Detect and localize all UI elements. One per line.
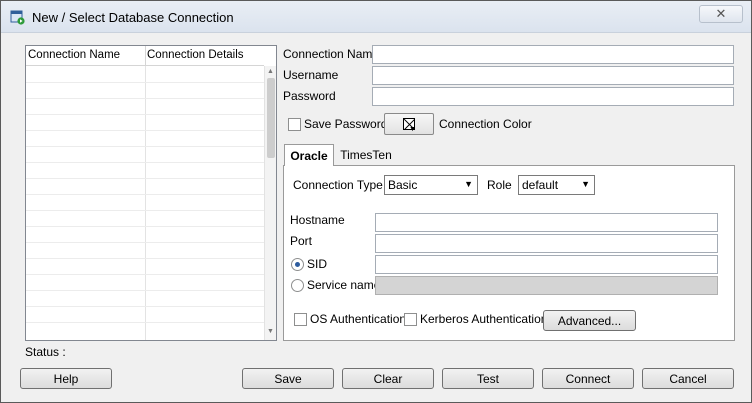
chevron-down-icon: ▼: [409, 126, 416, 133]
save-button-label: Save: [274, 371, 302, 386]
column-header-connection-details[interactable]: Connection Details: [147, 49, 244, 61]
sid-label[interactable]: SID: [307, 257, 327, 271]
password-input[interactable]: [372, 87, 734, 106]
chevron-down-icon: ▼: [464, 179, 473, 189]
table-row[interactable]: [26, 322, 264, 323]
clear-button[interactable]: Clear: [342, 368, 434, 389]
save-password-label[interactable]: Save Password: [304, 117, 387, 131]
table-header: Connection Name Connection Details: [26, 46, 264, 66]
close-button[interactable]: ✕: [699, 5, 743, 23]
help-button[interactable]: Help: [20, 368, 112, 389]
table-row[interactable]: [26, 98, 264, 99]
username-input[interactable]: [372, 66, 734, 85]
close-icon: ✕: [715, 6, 727, 21]
column-divider: [145, 66, 146, 340]
os-authentication-checkbox[interactable]: [294, 313, 307, 326]
sid-input[interactable]: [375, 255, 718, 274]
connect-button[interactable]: Connect: [542, 368, 634, 389]
table-row[interactable]: [26, 242, 264, 243]
table-row[interactable]: [26, 290, 264, 291]
save-button[interactable]: Save: [242, 368, 334, 389]
port-label: Port: [290, 234, 313, 248]
connection-type-value: Basic: [388, 178, 418, 192]
connection-name-input[interactable]: [372, 45, 734, 64]
scrollbar-thumb[interactable]: [267, 78, 275, 158]
connection-type-label: Connection Type: [293, 178, 383, 192]
table-row[interactable]: [26, 82, 264, 83]
role-label: Role: [487, 178, 512, 192]
table-row[interactable]: [26, 114, 264, 115]
table-row[interactable]: [26, 194, 264, 195]
table-row[interactable]: [26, 130, 264, 131]
tab-label: TimesTen: [340, 148, 392, 162]
table-row[interactable]: [26, 226, 264, 227]
column-header-connection-name[interactable]: Connection Name: [28, 49, 120, 61]
test-button-label: Test: [476, 371, 499, 386]
service-name-input: [375, 276, 718, 295]
connection-color-label: Connection Color: [439, 117, 532, 131]
status-label: Status :: [25, 345, 66, 359]
connection-type-select[interactable]: Basic ▼: [384, 175, 478, 195]
test-button[interactable]: Test: [442, 368, 534, 389]
sid-radio[interactable]: [291, 258, 304, 271]
connect-button-label: Connect: [565, 371, 611, 386]
table-row[interactable]: [26, 274, 264, 275]
connections-table[interactable]: Connection Name Connection Details ▲ ▼: [25, 45, 277, 341]
service-name-label[interactable]: Service name: [307, 278, 380, 292]
dialog-window: New / Select Database Connection ✕ Conne…: [0, 0, 752, 403]
title-bar[interactable]: New / Select Database Connection ✕: [1, 1, 751, 33]
table-row[interactable]: [26, 146, 264, 147]
connection-color-button[interactable]: ▼: [384, 113, 434, 135]
cancel-button[interactable]: Cancel: [642, 368, 734, 389]
tab-oracle[interactable]: Oracle: [284, 144, 334, 166]
database-connection-icon: [10, 10, 25, 25]
table-vertical-scrollbar[interactable]: ▲ ▼: [264, 66, 276, 340]
cancel-button-label: Cancel: [669, 371, 707, 386]
help-button-label: Help: [53, 371, 79, 386]
clear-button-label: Clear: [373, 371, 403, 386]
connection-name-label: Connection Name: [283, 47, 380, 61]
table-row[interactable]: [26, 306, 264, 307]
kerberos-authentication-label[interactable]: Kerberos Authentication: [420, 312, 547, 326]
tab-label: Oracle: [290, 148, 328, 163]
table-row[interactable]: [26, 178, 264, 179]
os-authentication-label[interactable]: OS Authentication: [310, 312, 406, 326]
username-label: Username: [283, 68, 339, 82]
advanced-button[interactable]: Advanced...: [543, 310, 636, 331]
hostname-input[interactable]: [375, 213, 718, 232]
hostname-label: Hostname: [290, 213, 345, 227]
scroll-down-icon[interactable]: ▼: [267, 328, 274, 335]
kerberos-authentication-checkbox[interactable]: [404, 313, 417, 326]
scroll-up-icon[interactable]: ▲: [267, 68, 274, 75]
save-password-checkbox[interactable]: [288, 118, 301, 131]
tab-timesten[interactable]: TimesTen: [338, 144, 394, 166]
service-name-radio[interactable]: [291, 279, 304, 292]
advanced-button-label: Advanced...: [557, 313, 622, 328]
column-divider: [145, 46, 146, 66]
table-row[interactable]: [26, 210, 264, 211]
table-row[interactable]: [26, 162, 264, 163]
chevron-down-icon: ▼: [581, 179, 590, 189]
window-title: New / Select Database Connection: [32, 10, 234, 25]
table-row[interactable]: [26, 258, 264, 259]
role-value: default: [522, 178, 559, 192]
role-select[interactable]: default ▼: [518, 175, 595, 195]
port-input[interactable]: [375, 234, 718, 253]
password-label: Password: [283, 89, 336, 103]
